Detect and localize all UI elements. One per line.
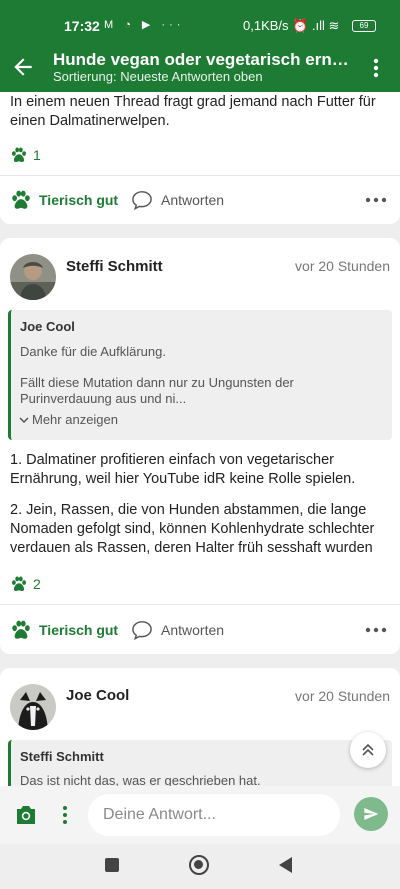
post-card: Joe Cool vor 20 Stunden Steffi Schmitt D… <box>0 668 400 798</box>
comment-icon <box>132 191 152 210</box>
notification-icons: M ◔ ▶ ··· <box>104 19 185 31</box>
post-text: 1. Dalmatiner profitieren einfach von ve… <box>10 452 375 556</box>
camera-icon[interactable] <box>14 804 38 826</box>
avatar[interactable] <box>10 684 56 730</box>
recents-icon[interactable] <box>105 858 119 872</box>
post-card: In einem neuen Thread fragt grad jemand … <box>0 92 400 224</box>
battery-icon: 69 <box>352 20 376 32</box>
home-icon[interactable] <box>189 855 209 875</box>
app-bar: Hunde vegan oder vegetarisch ernähre... … <box>0 44 400 92</box>
post-actions: Tierisch gut Antworten <box>0 610 400 650</box>
overflow-menu-icon[interactable] <box>366 56 386 80</box>
post-timestamp: vor 20 Stunden <box>295 688 390 704</box>
scroll-to-top-button[interactable] <box>350 732 386 768</box>
quoted-post[interactable]: Joe Cool Danke für die Aufklärung. Fällt… <box>8 310 392 440</box>
status-bar: 17:32 M ◔ ▶ ··· 0,1KB/s ⏰ .ıll ≋ 69 <box>0 0 400 44</box>
paw-icon <box>12 576 26 592</box>
system-nav-bar <box>0 844 400 889</box>
post-timestamp: vor 20 Stunden <box>295 258 390 274</box>
reply-composer <box>0 786 400 844</box>
back-arrow-icon[interactable] <box>10 54 36 80</box>
quote-text: Purinverdauung aus und ni... <box>20 391 187 406</box>
author-name[interactable]: Steffi Schmitt <box>66 258 163 275</box>
quote-text: Fällt diese Mutation dann nur zu Ungunst… <box>20 375 294 390</box>
paw-icon <box>12 147 26 163</box>
avatar[interactable] <box>10 254 56 300</box>
more-options-icon[interactable] <box>364 622 388 638</box>
paw-icon <box>12 190 30 209</box>
network-status: 0,1KB/s ⏰ .ıll ≋ <box>243 18 340 33</box>
more-vertical-icon[interactable] <box>60 804 70 826</box>
like-button[interactable]: Tierisch gut <box>10 620 118 640</box>
post-card: Steffi Schmitt vor 20 Stunden Joe Cool D… <box>0 238 400 654</box>
double-chevron-up-icon <box>362 743 374 756</box>
back-icon[interactable] <box>279 857 292 873</box>
divider <box>0 175 400 176</box>
like-button[interactable]: Tierisch gut <box>10 190 118 210</box>
reply-input[interactable] <box>88 794 340 836</box>
show-more-link[interactable]: Mehr anzeigen <box>19 412 118 427</box>
send-icon <box>364 808 379 820</box>
post-text: In einem neuen Thread fragt grad jemand … <box>10 94 376 129</box>
chevron-down-icon <box>19 416 29 423</box>
quote-author: Steffi Schmitt <box>20 749 104 764</box>
thread-title: Hunde vegan oder vegetarisch ernähre... <box>53 50 358 69</box>
post-actions: Tierisch gut Antworten <box>0 180 400 220</box>
quote-author: Joe Cool <box>20 319 75 334</box>
sort-order-label[interactable]: Sortierung: Neueste Antworten oben <box>53 69 263 84</box>
quote-text: Danke für die Aufklärung. <box>20 344 166 359</box>
like-count: 1 <box>10 147 41 163</box>
author-name[interactable]: Joe Cool <box>66 687 129 704</box>
reply-button[interactable]: Antworten <box>131 620 224 640</box>
status-time: 17:32 <box>64 18 100 34</box>
reply-button[interactable]: Antworten <box>131 190 224 210</box>
more-options-icon[interactable] <box>364 192 388 208</box>
comment-icon <box>132 621 152 640</box>
paw-icon <box>12 620 30 639</box>
send-button[interactable] <box>354 797 388 831</box>
divider <box>0 604 400 605</box>
like-count: 2 <box>10 576 41 592</box>
